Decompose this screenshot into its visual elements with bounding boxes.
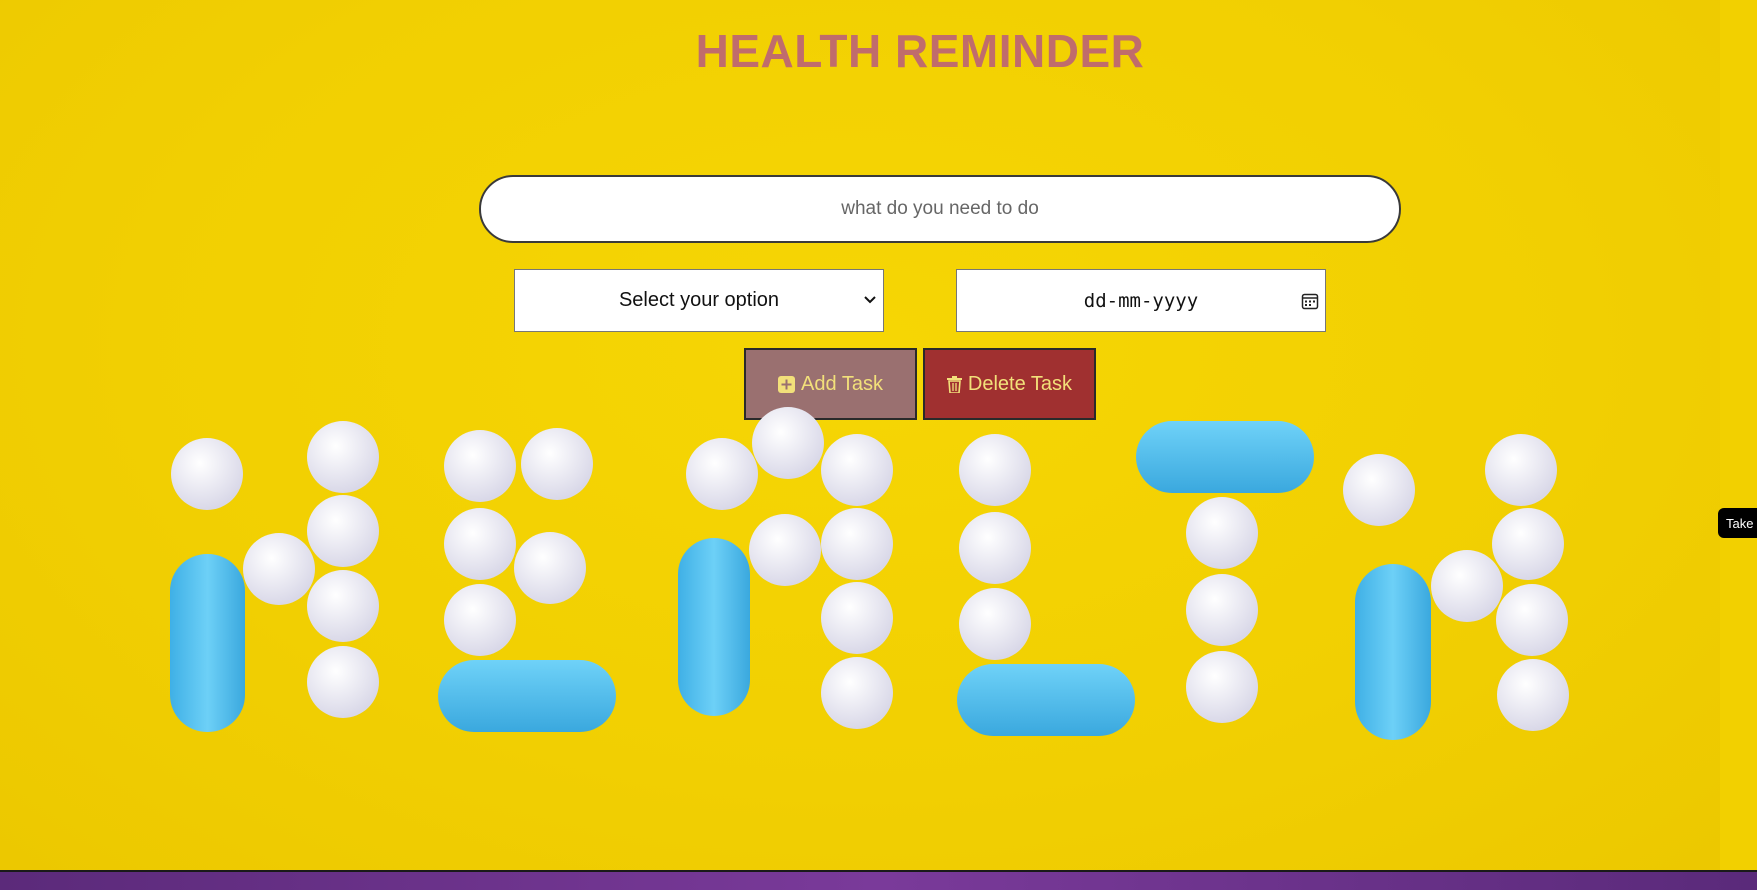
trash-icon xyxy=(946,375,962,393)
side-tab-label: Take xyxy=(1726,515,1754,531)
calendar-icon[interactable] xyxy=(1301,292,1319,310)
date-field-value: dd-mm-yyyy xyxy=(1083,289,1199,312)
page-title: HEALTH REMINDER xyxy=(695,25,1145,77)
os-taskbar xyxy=(0,870,1757,890)
option-select-value: Select your option xyxy=(618,289,780,311)
option-select[interactable]: Select your option xyxy=(514,269,884,332)
plus-square-icon xyxy=(778,375,796,393)
page-edge xyxy=(1720,0,1757,870)
chevron-down-icon xyxy=(864,296,876,304)
delete-task-label: Delete Task xyxy=(967,372,1073,395)
date-field[interactable]: dd-mm-yyyy xyxy=(956,269,1326,332)
health-pills-illustration xyxy=(170,407,1569,740)
add-task-label: Add Task xyxy=(801,372,883,395)
task-input[interactable] xyxy=(479,175,1401,243)
side-tab[interactable]: Take xyxy=(1718,508,1757,538)
